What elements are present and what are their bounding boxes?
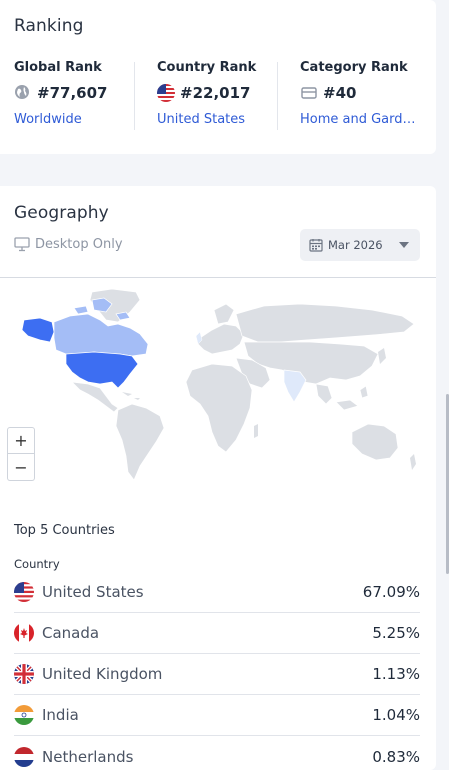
country-share: 67.09% [362, 583, 420, 601]
map-caribbean [122, 392, 140, 400]
country-share: 0.83% [372, 747, 420, 766]
country-rank: Country Rank #22,017 United States [157, 60, 287, 127]
chevron-down-icon [399, 242, 409, 248]
map-russia [235, 303, 415, 343]
country-share: 5.25% [372, 624, 420, 642]
global-rank-value: #77,607 [37, 84, 108, 102]
map-japan [378, 348, 386, 364]
map-madagascar [254, 424, 258, 438]
country-name: Canada [42, 624, 100, 642]
ranking-title: Ranking [14, 16, 84, 36]
table-row[interactable]: India 1.04% [14, 695, 420, 736]
divider [277, 62, 278, 130]
map-alaska [21, 317, 55, 343]
map-new-zealand [410, 454, 416, 470]
map-canada [53, 313, 149, 357]
country-name: United Kingdom [42, 665, 163, 683]
united-states-link[interactable]: United States [157, 112, 279, 127]
table-row[interactable]: United States 67.09% [14, 572, 420, 613]
canada-flag-icon [14, 623, 34, 643]
map-africa [185, 363, 253, 453]
geography-card: Geography Desktop Only Mar 2026 + − Top … [0, 186, 436, 770]
desktop-icon [14, 237, 30, 252]
global-rank-label: Global Rank [14, 60, 102, 75]
country-rank-label: Country Rank [157, 60, 257, 75]
device-label: Desktop Only [35, 237, 123, 252]
us-flag-icon [14, 582, 34, 602]
map-se-asia [315, 383, 369, 411]
country-share: 1.13% [372, 665, 420, 683]
category-rank-value: #40 [323, 84, 357, 102]
category-icon [300, 84, 318, 102]
date-value: Mar 2026 [328, 238, 383, 252]
device-filter: Desktop Only [14, 237, 123, 252]
country-rank-value: #22,017 [180, 84, 251, 102]
top-countries-title: Top 5 Countries [14, 523, 115, 538]
map-australia [351, 423, 399, 461]
geography-title: Geography [14, 203, 109, 223]
map-europe [197, 323, 245, 355]
country-name: Netherlands [42, 747, 134, 766]
table-row[interactable]: Canada 5.25% [14, 613, 420, 654]
category-link[interactable]: Home and Garde… [300, 112, 422, 127]
category-rank: Category Rank #40 Home and Garde… [300, 60, 430, 127]
table-row[interactable]: United Kingdom 1.13% [14, 654, 420, 695]
zoom-in-button[interactable]: + [7, 427, 35, 454]
country-name: United States [42, 583, 144, 601]
global-rank: Global Rank #77,607 Worldwide [14, 60, 144, 127]
india-flag-icon [14, 705, 34, 725]
category-rank-label: Category Rank [300, 60, 408, 75]
us-flag-icon [157, 84, 175, 102]
worldwide-link[interactable]: Worldwide [14, 112, 136, 127]
uk-flag-icon [14, 664, 34, 684]
zoom-out-button[interactable]: − [7, 454, 35, 481]
map-mexico [71, 381, 119, 413]
date-dropdown[interactable]: Mar 2026 [300, 229, 420, 261]
calendar-icon [309, 239, 323, 252]
ranking-card: Ranking Global Rank #77,607 Worldwide Co… [0, 0, 436, 154]
country-name: India [42, 706, 79, 724]
divider [0, 277, 436, 278]
table-row[interactable]: Netherlands 0.83% [14, 736, 420, 770]
world-map[interactable] [0, 286, 436, 486]
map-scandinavia [213, 303, 235, 325]
map-south-america [115, 403, 165, 481]
column-header-country: Country [14, 557, 60, 571]
country-share: 1.04% [372, 706, 420, 724]
netherlands-flag-icon [14, 746, 34, 767]
globe-icon [14, 84, 32, 102]
divider [134, 62, 135, 130]
